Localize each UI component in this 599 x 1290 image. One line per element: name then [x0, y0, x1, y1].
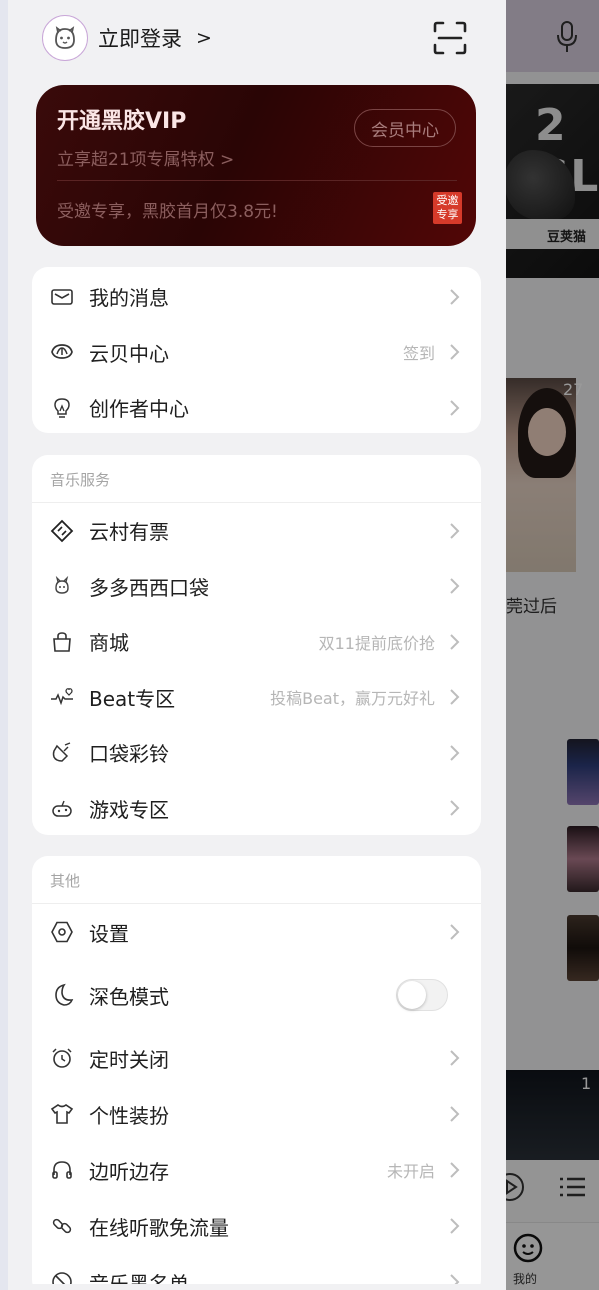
moon-icon: [49, 982, 75, 1008]
lightbulb-icon: [49, 395, 75, 421]
menu-item-label: 我的消息: [89, 286, 169, 311]
menu-item-hint: 未开启: [386, 1162, 435, 1181]
heartbeat-icon: [49, 684, 75, 710]
invite-badge: 受邀 专享: [433, 192, 462, 224]
login-arrow: >: [196, 27, 212, 49]
menu-item-games[interactable]: 游戏专区: [32, 781, 481, 836]
chevron-right-icon: [450, 289, 460, 305]
shopping-bag-icon: [49, 629, 75, 655]
tshirt-icon: [49, 1101, 75, 1127]
menu-item-label: 设置: [89, 921, 129, 946]
link-icon: [49, 1213, 75, 1239]
menu-item-label: 定时关闭: [89, 1047, 169, 1072]
menu-item-cloud-shell[interactable]: 云贝中心 签到: [32, 325, 481, 381]
menu-item-label: 口袋彩铃: [89, 742, 169, 767]
other-settings-card: 其他 设置 深色模式 定时关闭 个性装扮 边听边存 未开启 在线听歌免流量 音乐…: [32, 856, 481, 1290]
menu-item-label: 多多西西口袋: [89, 575, 209, 600]
bell-icon: [49, 740, 75, 766]
menu-item-hint: 双11提前底价抢: [318, 633, 435, 653]
alarm-clock-icon: [49, 1045, 75, 1071]
dark-mode-toggle[interactable]: [396, 979, 448, 1011]
menu-item-hint: 投稿Beat，赢万元好礼: [270, 689, 435, 709]
default-avatar-icon: [55, 26, 75, 49]
music-services-card: 音乐服务 云村有票 多多西西口袋 商城 双11提前底价抢 Beat专区 投稿Be…: [32, 455, 481, 835]
vip-title: 开通黑胶VIP: [57, 109, 187, 134]
gamepad-icon: [49, 795, 75, 821]
chevron-right-icon: [450, 1218, 460, 1234]
menu-item-creator-center[interactable]: 创作者中心: [32, 380, 481, 433]
toggle-knob: [398, 981, 426, 1009]
mascot-icon: [49, 573, 75, 599]
menu-item-dark-mode: 深色模式: [32, 960, 481, 1030]
vip-center-button[interactable]: 会员中心: [354, 109, 456, 147]
menu-item-label: Beat专区: [89, 686, 176, 711]
cloud-shell-icon: [49, 339, 75, 365]
menu-item-label: 在线听歌免流量: [89, 1215, 229, 1240]
settings-icon: [49, 919, 75, 945]
vip-promo-text[interactable]: 受邀专享，黑胶首月仅3.8元!: [57, 197, 278, 222]
menu-item-label: 深色模式: [89, 984, 169, 1009]
chevron-right-icon: [450, 800, 460, 816]
login-label[interactable]: 立即登录: [98, 23, 182, 53]
chevron-right-icon: [450, 400, 460, 416]
menu-item-sleep-timer[interactable]: 定时关闭: [32, 1030, 481, 1086]
badge-line: 专享: [436, 208, 459, 221]
headphones-icon: [49, 1157, 75, 1183]
mail-icon: [49, 284, 75, 310]
chevron-right-icon: [450, 689, 460, 705]
chevron-right-icon: [450, 1106, 460, 1122]
chevron-right-icon: [450, 344, 460, 360]
menu-item-messages[interactable]: 我的消息: [32, 269, 481, 325]
menu-item-pocket[interactable]: 多多西西口袋: [32, 559, 481, 615]
section-title: 音乐服务: [32, 455, 481, 503]
chevron-right-icon: [450, 745, 460, 761]
menu-item-hint[interactable]: 签到: [403, 340, 435, 364]
menu-item-themes[interactable]: 个性装扮: [32, 1086, 481, 1142]
menu-item-label: 商城: [89, 631, 129, 656]
menu-item-label: 云村有票: [89, 520, 169, 545]
scan-icon[interactable]: [432, 20, 468, 56]
menu-item-label: 游戏专区: [89, 797, 169, 822]
menu-item-tickets[interactable]: 云村有票: [32, 503, 481, 559]
menu-item-mall[interactable]: 商城 双11提前底价抢: [32, 614, 481, 670]
avatar[interactable]: [42, 15, 88, 61]
chevron-right-icon: [450, 634, 460, 650]
chevron-right-icon: [450, 1162, 460, 1178]
vip-divider: [57, 180, 457, 181]
section-title: 其他: [32, 856, 481, 904]
menu-item-ringtone[interactable]: 口袋彩铃: [32, 725, 481, 781]
drawer-bottom-edge: [8, 1284, 506, 1290]
menu-item-label: 创作者中心: [89, 397, 189, 422]
chevron-right-icon: [450, 578, 460, 594]
menu-item-free-data[interactable]: 在线听歌免流量: [32, 1198, 481, 1254]
vip-card[interactable]: 开通黑胶VIP 立享超21项专属特权 > 会员中心 受邀专享，黑胶首月仅3.8元…: [36, 85, 476, 246]
chevron-right-icon: [450, 1050, 460, 1066]
vip-subtitle[interactable]: 立享超21项专属特权 >: [57, 145, 234, 170]
side-drawer: 立即登录 > 开通黑胶VIP 立享超21项专属特权 > 会员中心 受邀专享，黑胶…: [8, 0, 506, 1290]
menu-item-beat[interactable]: Beat专区 投稿Beat，赢万元好礼: [32, 670, 481, 726]
menu-item-label: 个性装扮: [89, 1103, 169, 1128]
menu-item-cache-while-listening[interactable]: 边听边存 未开启: [32, 1142, 481, 1198]
menu-item-label: 边听边存: [89, 1159, 169, 1184]
ticket-icon: [49, 518, 75, 544]
chevron-right-icon: [450, 924, 460, 940]
badge-line: 受邀: [436, 194, 459, 207]
menu-item-label: 云贝中心: [89, 341, 169, 366]
chevron-right-icon: [450, 523, 460, 539]
menu-item-settings[interactable]: 设置: [32, 904, 481, 960]
drawer-edge: [0, 0, 8, 1290]
login-entry[interactable]: 立即登录 >: [42, 14, 212, 62]
quick-menu-card: 我的消息 云贝中心 签到 创作者中心: [32, 267, 481, 433]
